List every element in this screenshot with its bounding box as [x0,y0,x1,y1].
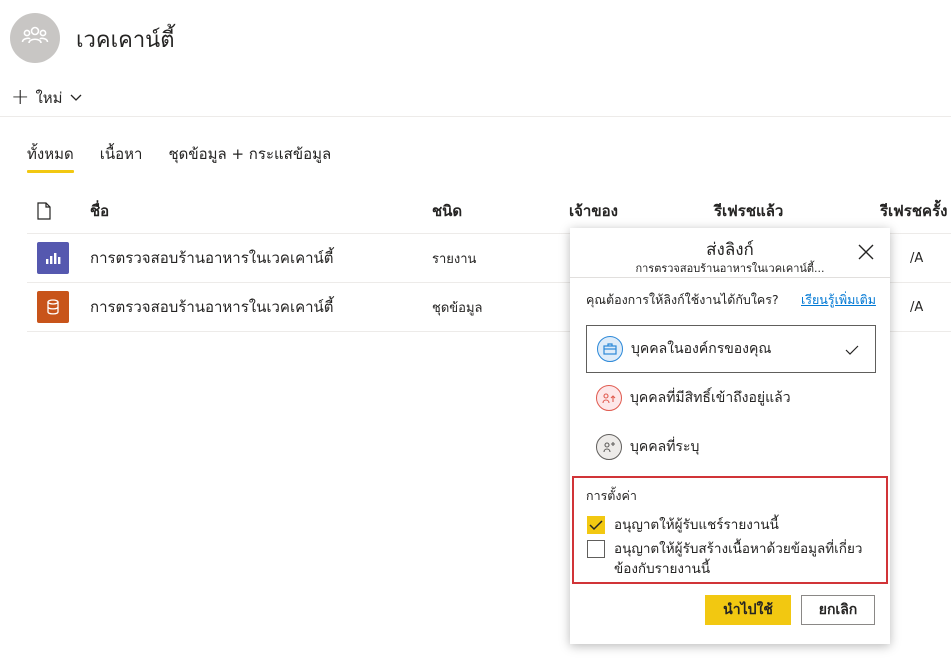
apply-button[interactable]: นำไปใช้ [705,595,791,625]
column-header-next-refresh[interactable]: รีเฟรชครั้ง [880,199,951,223]
allow-build-label-line2: ข้องกับรายงานนี้ [614,561,711,577]
checkmark-icon [845,341,859,360]
learn-more-link[interactable]: เรียนรู้เพิ่มเติม [801,290,876,310]
new-button-label: ใหม่ [35,89,63,107]
option-label: บุคคลในองค์กรของคุณ [631,341,772,357]
people-group-icon [21,24,49,52]
option-people-in-org[interactable]: บุคคลในองค์กรของคุณ [586,325,876,373]
option-specific-people[interactable]: บุคคลที่ระบุ [586,423,876,471]
briefcase-icon [597,336,623,362]
column-header-owner[interactable]: เจ้าของ [569,199,714,223]
report-bar-chart-icon [37,242,69,274]
option-label: บุคคลที่ระบุ [630,439,700,455]
send-link-dialog: ส่งลิงก์ การตรวจสอบร้านอาหารในเวคเคาน์ตี… [570,228,890,644]
option-people-with-access[interactable]: บุคคลที่มีสิทธิ์เข้าถึงอยู่แล้ว [586,374,876,422]
item-type: รายงาน [432,251,477,267]
workspace-title: เวคเคาน์ตี้ [76,28,175,53]
content-tabs: ทั้งหมด เนื้อหา ชุดข้อมูล + กระแสข้อมูล [27,142,331,173]
settings-title: การตั้งค่า [586,488,637,503]
close-icon[interactable] [856,242,876,262]
plus-icon: + [11,85,30,110]
allow-build-checkbox[interactable] [587,540,605,558]
cancel-button[interactable]: ยกเลิก [801,595,875,625]
people-access-icon [596,385,622,411]
new-button[interactable]: + ใหม่ [11,86,83,110]
link-audience-question: คุณต้องการให้ลิงก์ใช้งานได้กับใคร? [586,292,779,307]
column-header-name[interactable]: ชื่อ [90,199,432,223]
allow-reshare-label: อนุญาตให้ผู้รับแชร์รายงานนี้ [614,517,779,533]
workspace-avatar [10,13,60,63]
chevron-down-icon [69,93,83,103]
checkmark-icon [589,520,603,531]
dataset-database-icon [37,291,69,323]
allow-build-label-line1: อนุญาตให้ผู้รับสร้างเนื้อหาด้วยข้อมูลที่… [614,541,863,557]
item-next-refresh: /A [910,299,924,315]
item-name[interactable]: การตรวจสอบร้านอาหารในเวคเคาน์ตี้ [90,295,432,319]
tab-datasets-dataflows[interactable]: ชุดข้อมูล + กระแสข้อมูล [168,142,331,173]
tab-content[interactable]: เนื้อหา [100,142,143,173]
dialog-subtitle: การตรวจสอบร้านอาหารในเวคเคาน์ตี้... [635,262,825,275]
file-icon [27,201,90,220]
allow-build-label: อนุญาตให้ผู้รับสร้างเนื้อหาด้วยข้อมูลที่… [614,539,862,579]
item-next-refresh: /A [910,250,924,266]
command-bar-divider [0,116,951,117]
dialog-divider [570,277,890,278]
column-header-refreshed[interactable]: รีเฟรชแล้ว [714,199,880,223]
item-name[interactable]: การตรวจสอบร้านอาหารในเวคเคาน์ตี้ [90,246,432,270]
item-type: ชุดข้อมูล [432,300,483,316]
option-label: บุคคลที่มีสิทธิ์เข้าถึงอยู่แล้ว [630,390,791,406]
specific-people-icon [596,434,622,460]
tab-all[interactable]: ทั้งหมด [27,142,74,173]
allow-reshare-checkbox[interactable] [587,516,605,534]
column-header-type[interactable]: ชนิด [432,199,569,223]
